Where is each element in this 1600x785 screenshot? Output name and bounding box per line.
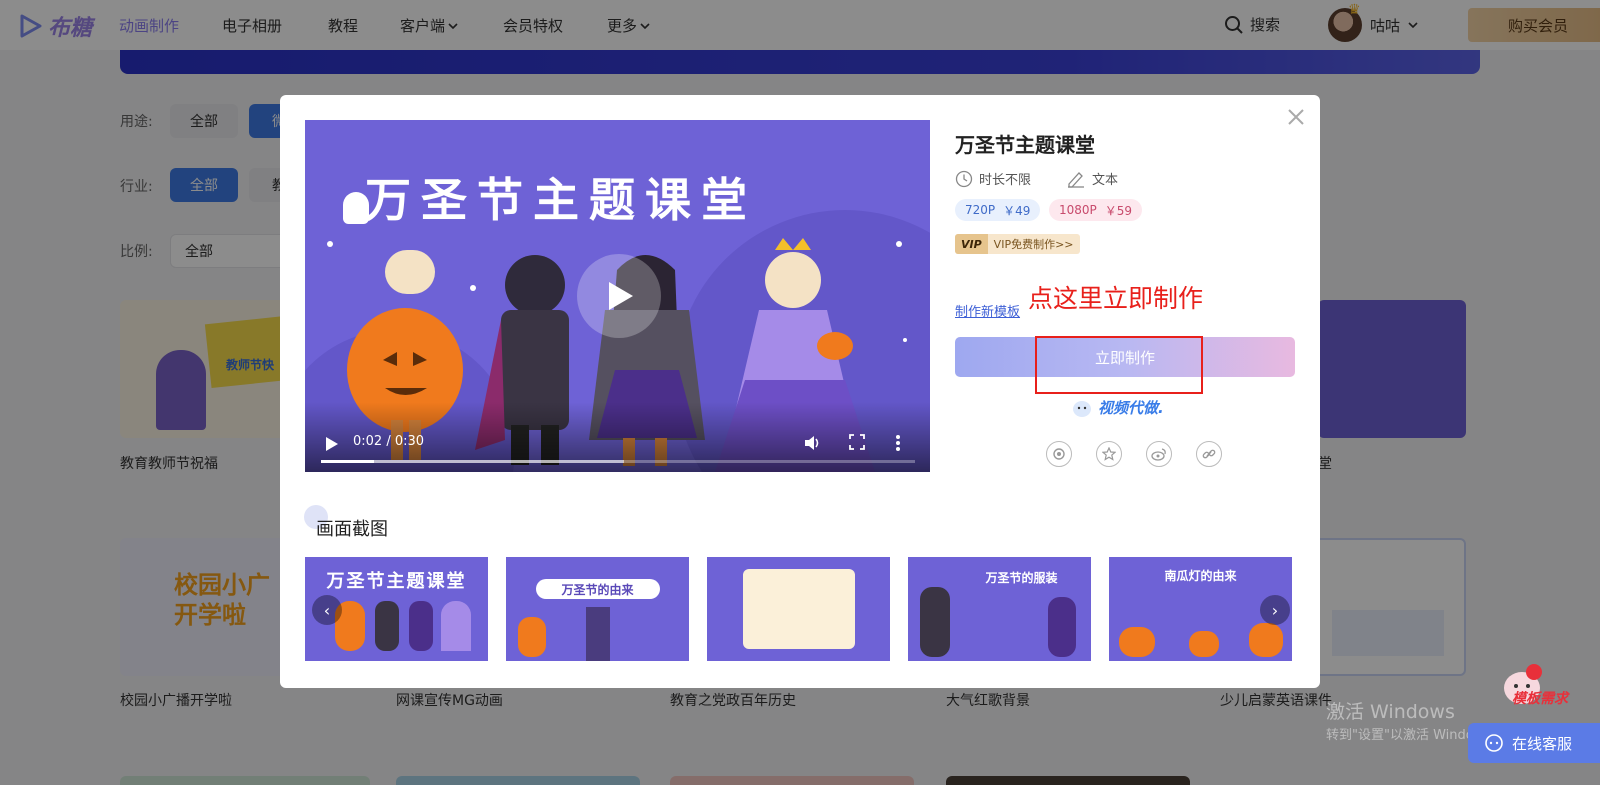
price-value: ￥59	[1104, 203, 1133, 218]
thumb-pumpkin	[1119, 627, 1155, 657]
thumb-figure	[441, 601, 471, 651]
duration-meta: 时长不限	[955, 169, 1031, 188]
weibo-icon	[1151, 448, 1166, 461]
thumb-scroll	[743, 569, 855, 649]
windows-watermark: 激活 Windows	[1326, 701, 1455, 723]
chevron-left-icon: ‹	[323, 600, 331, 620]
online-service-button[interactable]: 在线客服	[1468, 723, 1600, 763]
video-proxy-link[interactable]: 视频代做.	[1070, 395, 1164, 419]
wechat-icon	[1053, 448, 1065, 460]
thumbnail-next-button[interactable]: ›	[1260, 595, 1290, 625]
screenshot-thumbnail[interactable]	[707, 557, 890, 661]
screenshots-heading: 画面截图	[316, 519, 388, 540]
screenshot-thumbnail[interactable]: 万圣节的服装	[908, 557, 1091, 661]
clock-icon	[955, 170, 973, 187]
online-service-label: 在线客服	[1512, 734, 1573, 753]
share-button[interactable]	[1046, 441, 1072, 467]
video-title: 万圣节主题课堂	[365, 173, 757, 227]
weibo-share-button[interactable]	[1146, 441, 1172, 467]
new-template-link[interactable]: 制作新模板	[955, 301, 1020, 320]
video-time: 0:02 / 0:30	[353, 434, 425, 449]
video-proxy-text: 视频代做.	[1098, 398, 1164, 417]
thumbnail-title: 万圣节的由来	[561, 583, 634, 597]
vip-free-link[interactable]: VIP VIP免费制作>>	[955, 234, 1080, 254]
price-res: 720P	[965, 203, 996, 217]
video-progress	[321, 460, 375, 463]
vip-text: VIP免费制作>>	[993, 238, 1074, 251]
mascot-icon	[1073, 401, 1091, 417]
thumbnail-title: 万圣节主题课堂	[326, 571, 467, 592]
thumb-figure	[375, 601, 399, 651]
template-title: 万圣节主题课堂	[955, 133, 1095, 157]
video-player[interactable]: 万圣节主题课堂 0:02 / 0:30	[305, 120, 930, 472]
thumb-pumpkin	[1249, 623, 1283, 657]
price-res: 1080P	[1059, 203, 1097, 217]
annotation-highlight-box	[1035, 336, 1203, 394]
type-meta: 文本	[1066, 169, 1118, 188]
price-720-badge: 720P ￥49	[955, 199, 1041, 221]
thumbnail-title: 南瓜灯的由来	[1164, 569, 1237, 583]
chevron-right-icon: ›	[1271, 600, 1279, 620]
price-1080-badge: 1080P ￥59	[1049, 199, 1143, 221]
favorite-button[interactable]	[1096, 441, 1122, 467]
thumbnail-title: 万圣节的服装	[985, 571, 1058, 585]
vip-tag: VIP	[955, 234, 988, 254]
thumb-pumpkin	[1189, 631, 1219, 657]
more-options-icon[interactable]	[895, 434, 901, 452]
volume-icon[interactable]	[803, 434, 821, 452]
price-value: ￥49	[1003, 203, 1031, 218]
thumb-pumpkin	[518, 617, 546, 657]
thumb-figure	[409, 601, 433, 651]
type-text: 文本	[1092, 173, 1119, 188]
play-icon[interactable]	[325, 436, 339, 452]
thumbnail-prev-button[interactable]: ‹	[312, 595, 342, 625]
close-icon[interactable]	[1284, 105, 1308, 129]
copy-link-button[interactable]	[1196, 441, 1222, 467]
chat-icon	[1485, 734, 1503, 752]
pen-icon	[1068, 171, 1084, 188]
video-controls: 0:02 / 0:30	[305, 402, 930, 472]
thumb-figure	[1048, 597, 1076, 657]
thumb-castle	[586, 607, 610, 661]
play-overlay-button[interactable]	[577, 254, 661, 338]
star-icon	[1102, 447, 1116, 461]
thumb-figure	[920, 587, 950, 657]
template-detail-modal: 万圣节主题课堂 0:02 / 0:30 万圣节主题课堂 时长不限 文本 720P…	[280, 95, 1320, 688]
screenshot-thumbnail[interactable]: 万圣节的由来	[506, 557, 689, 661]
duration-text: 时长不限	[979, 173, 1032, 188]
play-icon	[609, 282, 633, 310]
video-progress-bar[interactable]	[321, 460, 915, 463]
annotation-text: 点这里立即制作	[1028, 284, 1204, 313]
template-request-label[interactable]: 模板需求	[1512, 688, 1568, 708]
fullscreen-icon[interactable]	[849, 434, 865, 450]
link-icon	[1202, 449, 1216, 459]
